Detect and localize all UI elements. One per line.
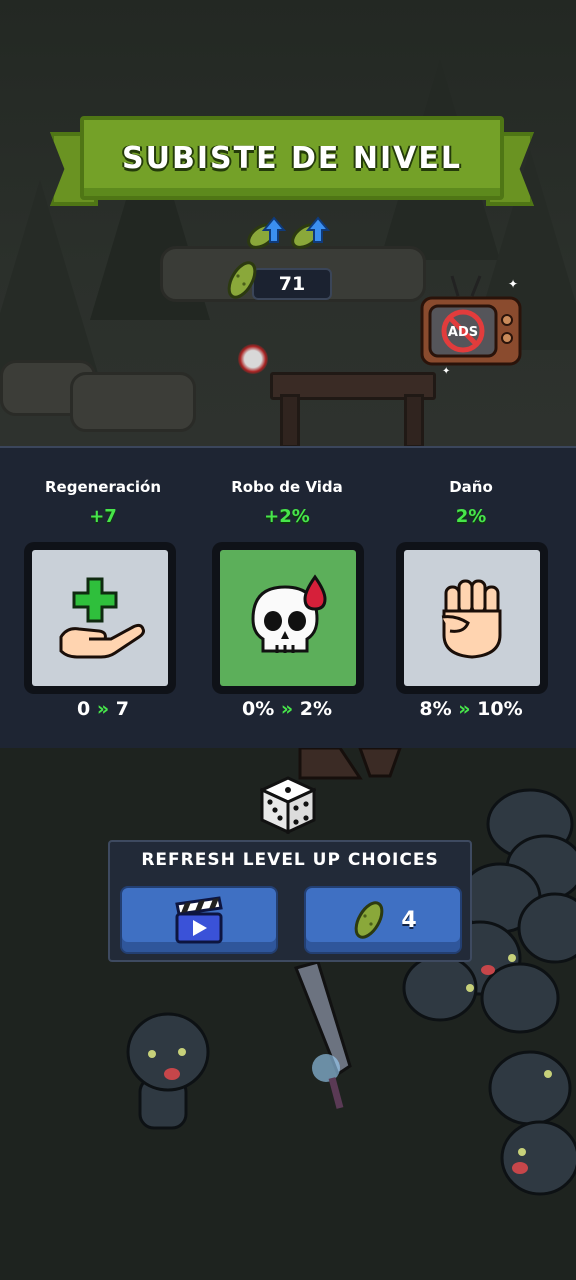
choice-delta: 2% (455, 506, 487, 527)
choice-change: 0% » 2% (202, 698, 372, 720)
refresh-choices-panel: REFRESH LEVEL UP CHOICES 4 (108, 840, 472, 962)
rock (70, 372, 196, 432)
choice-delta: +2% (264, 506, 310, 527)
card-face (32, 550, 168, 686)
value-from: 0% (241, 698, 275, 720)
choice-change: 0 » 7 (18, 698, 188, 720)
pickle-up-icon (247, 216, 287, 249)
fist-icon (441, 579, 502, 659)
value-from: 0 (77, 698, 91, 720)
arrow-icon: » (280, 698, 294, 720)
clapperboard-video-icon (175, 896, 223, 944)
value-from: 8% (419, 698, 452, 720)
arrow-icon: » (96, 698, 110, 720)
level-up-banner: SUBISTE DE NIVEL (80, 116, 504, 200)
pickle-up-icon (291, 216, 331, 249)
refresh-cost: 4 (401, 907, 417, 933)
value-to: 10% (477, 698, 523, 720)
bench-leg (280, 394, 300, 446)
choice-name: Robo de Vida (231, 478, 343, 496)
choice-card[interactable] (24, 542, 176, 694)
bench-leg (404, 394, 424, 446)
tree (0, 180, 100, 380)
choice-card[interactable] (212, 542, 364, 694)
svg-text:✦: ✦ (508, 277, 518, 291)
dice-icon (260, 776, 316, 834)
choice-card[interactable] (396, 542, 548, 694)
choice-name: Regeneración (44, 478, 162, 496)
sword (293, 960, 352, 1109)
svg-text:✦: ✦ (442, 366, 450, 376)
skull-blood-icon (251, 574, 327, 653)
hand-plus-icon (59, 577, 145, 659)
choice-change: 8% » 10% (386, 698, 556, 720)
ads-text: ADS (448, 325, 478, 340)
orb-effect (238, 344, 268, 374)
pickle-count: 71 (252, 268, 332, 300)
banner-title: SUBISTE DE NIVEL (122, 140, 462, 176)
value-to: 7 (115, 698, 129, 720)
no-ads-tv-icon[interactable]: ADS ✦ ✦ (418, 266, 526, 376)
choice-delta: +7 (89, 506, 117, 527)
pickle-icon (354, 901, 384, 939)
value-to: 2% (299, 698, 333, 720)
refresh-title: REFRESH LEVEL UP CHOICES (141, 850, 439, 870)
level-up-choices-panel: Regeneración +7 0 » 7 Robo de Vida +2% 0… (0, 446, 576, 752)
refresh-watch-ad-button[interactable] (120, 886, 278, 954)
arrow-icon: » (458, 698, 471, 720)
pickle-counter: 71 (222, 258, 332, 300)
pickle-icon (227, 261, 257, 299)
choice-name: Daño (449, 478, 493, 496)
refresh-pickle-button[interactable]: 4 (304, 886, 462, 954)
card-face (404, 550, 540, 686)
card-face (220, 550, 356, 686)
